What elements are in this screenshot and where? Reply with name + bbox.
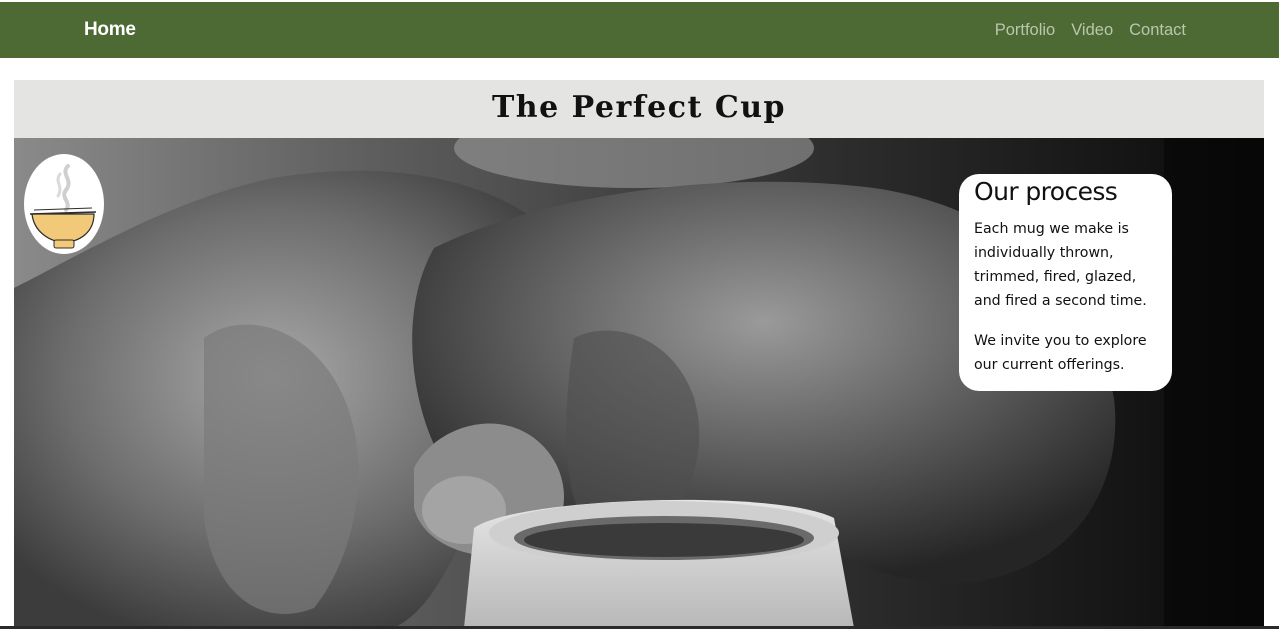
process-card: Our process Each mug we make is individu…	[959, 174, 1172, 391]
title-bar: The Perfect Cup	[14, 80, 1264, 138]
page-title: The Perfect Cup	[491, 90, 787, 125]
process-paragraph: We invite you to explore our current off…	[974, 333, 1147, 373]
bowl-icon	[29, 164, 97, 249]
navbar: Home Portfolio Video Contact	[0, 2, 1279, 58]
nav-links: Portfolio Video Contact	[995, 21, 1186, 40]
nav-link-portfolio[interactable]: Portfolio	[995, 21, 1056, 40]
process-heading: Our process	[974, 177, 1118, 206]
nav-link-contact[interactable]: Contact	[1129, 21, 1186, 40]
process-paragraph: Each mug we make is individually thrown,…	[974, 221, 1147, 309]
nav-home-link[interactable]: Home	[84, 19, 136, 41]
steaming-bowl-logo-icon[interactable]	[24, 154, 104, 254]
nav-link-video[interactable]: Video	[1071, 21, 1113, 40]
